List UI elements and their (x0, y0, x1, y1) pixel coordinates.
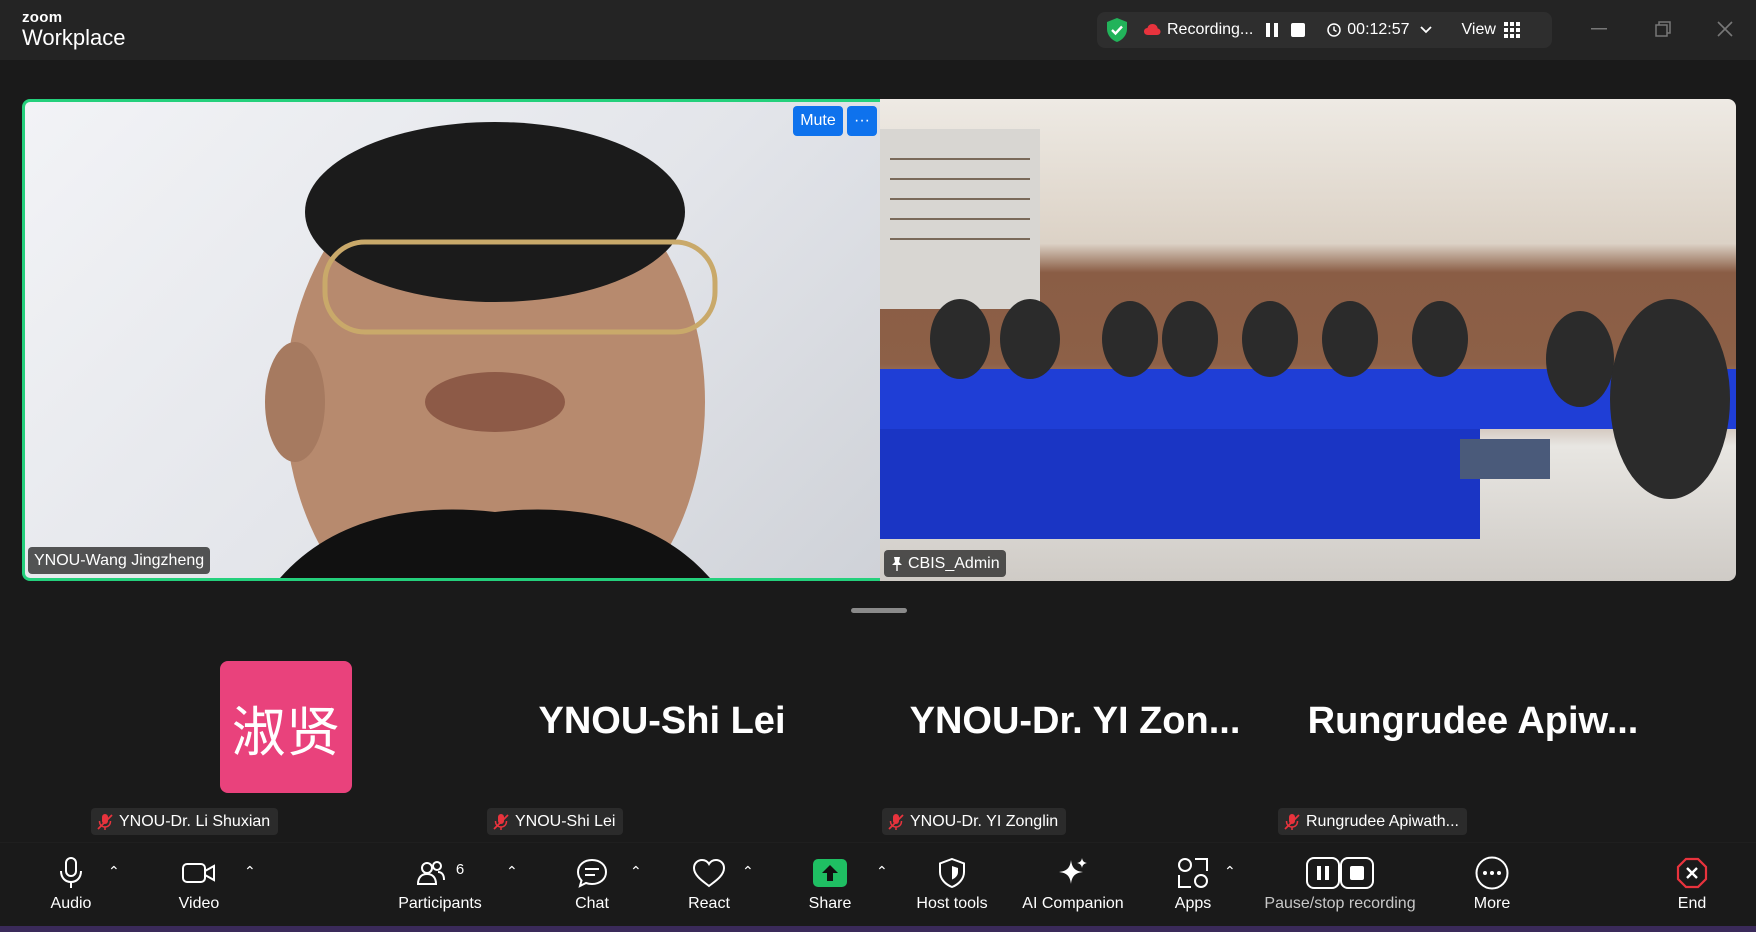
end-meeting-button[interactable]: End (1674, 843, 1710, 927)
video-label: Video (178, 895, 220, 912)
meeting-toolbar: Audio ⌃ Video ⌃ 6 Participants ⌃ Chat ⌃ (0, 842, 1756, 926)
pause-stop-recording-icon (1306, 853, 1374, 893)
pause-stop-recording-button[interactable]: Pause/stop recording (1256, 843, 1424, 927)
brand-logo: zoom Workplace (22, 10, 126, 49)
view-label: View (1461, 21, 1496, 38)
pause-stop-recording-label: Pause/stop recording (1264, 895, 1416, 912)
participant-name-tag: YNOU-Shi Lei (487, 808, 624, 835)
video-button[interactable]: Video (168, 843, 230, 927)
gallery-tile-3[interactable]: YNOU-Dr. YI Zon... YNOU-Dr. YI Zonglin (878, 630, 1274, 840)
recording-bar: Recording... 00:12:57 View (1097, 12, 1552, 48)
apps-label: Apps (1174, 895, 1212, 912)
share-options-caret-icon[interactable]: ⌃ (876, 863, 888, 880)
share-label: Share (808, 895, 852, 912)
speaker-name-tag: YNOU-Wang Jingzheng (28, 547, 211, 574)
participant-name: YNOU-Dr. Li Shuxian (119, 812, 271, 830)
clock-icon (1327, 23, 1342, 37)
speaker-name: YNOU-Wang Jingzheng (34, 551, 205, 569)
brand-zoom-text: zoom (22, 9, 63, 26)
minimize-icon[interactable] (1584, 14, 1614, 44)
share-screen-button[interactable]: Share (806, 843, 854, 927)
mic-off-icon (888, 813, 904, 831)
restore-icon[interactable] (1648, 14, 1678, 44)
chevron-down-icon[interactable] (1419, 26, 1432, 34)
brand-workplace-text: Workplace (22, 25, 126, 50)
video-tile-room[interactable]: CBIS_Admin (880, 99, 1736, 581)
chat-options-caret-icon[interactable]: ⌃ (630, 863, 642, 880)
heart-icon (692, 853, 726, 893)
meeting-timer: 00:12:57 (1347, 21, 1410, 38)
gallery-tile-2[interactable]: YNOU-Shi Lei YNOU-Shi Lei (482, 630, 878, 840)
participants-button[interactable]: 6 Participants (394, 843, 486, 927)
gallery-tile-4[interactable]: Rungrudee Apiw... Rungrudee Apiwath... (1276, 630, 1672, 840)
chat-bubble-icon (576, 853, 608, 893)
end-meeting-icon (1676, 853, 1708, 893)
mute-participant-button[interactable]: Mute (793, 106, 843, 136)
pause-recording-icon[interactable] (1265, 22, 1279, 38)
close-icon[interactable] (1710, 14, 1740, 44)
video-tile-speaker[interactable]: YNOU-Wang Jingzheng (22, 99, 880, 581)
ai-companion-button[interactable]: AI Companion (1018, 843, 1128, 927)
participant-name: YNOU-Shi Lei (515, 812, 616, 830)
participant-name: YNOU-Dr. YI Zonglin (910, 812, 1059, 830)
gallery-row: 淑贤 YNOU-Dr. Li Shuxian YNOU-Shi Lei YNOU… (0, 630, 1756, 840)
ai-companion-label: AI Companion (1022, 895, 1124, 912)
participant-display-name: YNOU-Dr. YI Zon... (909, 700, 1241, 742)
participant-display-name: YNOU-Shi Lei (538, 700, 786, 742)
host-tools-button[interactable]: Host tools (908, 843, 996, 927)
participant-name-tag: YNOU-Dr. YI Zonglin (882, 808, 1067, 835)
audio-label: Audio (50, 895, 92, 912)
apps-options-caret-icon[interactable]: ⌃ (1224, 863, 1236, 880)
cloud-recording-icon (1143, 23, 1161, 37)
video-camera-icon (182, 853, 216, 893)
room-video-frame (880, 129, 1736, 539)
shield-icon (938, 853, 966, 893)
mic-off-icon (97, 813, 113, 831)
participants-count: 6 (455, 860, 465, 878)
audio-options-caret-icon[interactable]: ⌃ (108, 863, 120, 880)
more-button[interactable]: More (1470, 843, 1514, 927)
participants-icon: 6 (416, 853, 464, 893)
participant-display-name: Rungrudee Apiw... (1307, 700, 1639, 742)
speaker-video-frame (265, 122, 718, 578)
participants-label: Participants (398, 895, 482, 912)
end-label: End (1677, 895, 1707, 912)
chat-label: Chat (575, 895, 609, 912)
mic-off-icon (1284, 813, 1300, 831)
participant-avatar: 淑贤 (220, 661, 352, 793)
grid-view-icon (1503, 22, 1520, 38)
host-tools-label: Host tools (916, 895, 988, 912)
participant-name-tag: Rungrudee Apiwath... (1278, 808, 1467, 835)
more-options-icon (1475, 853, 1509, 893)
title-bar: zoom Workplace Recording... 00:12:57 Vie… (0, 0, 1756, 60)
more-label: More (1473, 895, 1511, 912)
mic-off-icon (493, 813, 509, 831)
stop-recording-icon[interactable] (1291, 23, 1306, 37)
zoom-window: zoom Workplace Recording... 00:12:57 Vie… (0, 0, 1756, 932)
room-name: CBIS_Admin (908, 554, 1000, 572)
taskbar-strip (0, 926, 1756, 932)
apps-icon (1177, 853, 1209, 893)
recording-status: Recording... (1167, 21, 1254, 38)
react-options-caret-icon[interactable]: ⌃ (742, 863, 754, 880)
microphone-icon (59, 853, 83, 893)
participant-name: Rungrudee Apiwath... (1306, 812, 1459, 830)
view-button[interactable]: View (1462, 21, 1520, 39)
audio-button[interactable]: Audio (40, 843, 102, 927)
pin-icon (890, 556, 904, 572)
react-button[interactable]: React (682, 843, 736, 927)
sparkle-icon (1057, 853, 1089, 893)
share-screen-icon (813, 853, 847, 893)
participants-options-caret-icon[interactable]: ⌃ (506, 863, 518, 880)
security-shield-icon[interactable] (1105, 17, 1129, 43)
resize-drag-handle[interactable] (851, 608, 907, 613)
tile-more-options-button[interactable]: ··· (847, 106, 877, 136)
chat-button[interactable]: Chat (566, 843, 618, 927)
video-options-caret-icon[interactable]: ⌃ (244, 863, 256, 880)
react-label: React (688, 895, 730, 912)
apps-button[interactable]: Apps (1170, 843, 1216, 927)
participant-name-tag: YNOU-Dr. Li Shuxian (91, 808, 279, 835)
room-name-tag: CBIS_Admin (884, 550, 1006, 577)
